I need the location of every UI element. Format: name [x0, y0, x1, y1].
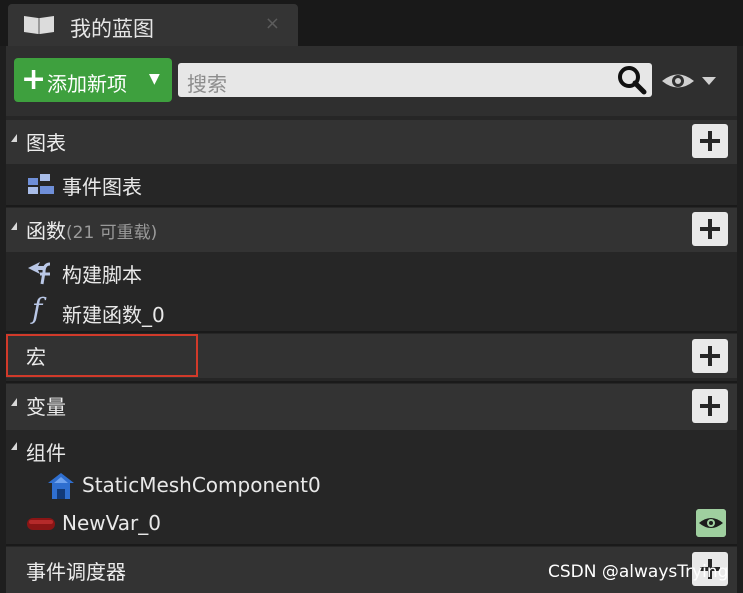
- event-graph-icon: [28, 174, 54, 194]
- overridable-count: (21 可重载): [66, 223, 158, 243]
- plus-icon: +: [21, 62, 47, 97]
- add-graph-button[interactable]: [692, 124, 728, 158]
- list-item-event-graph[interactable]: 事件图表: [6, 164, 737, 204]
- list-item-new-function[interactable]: f 新建函数_0: [6, 292, 737, 332]
- search-icon[interactable]: [616, 64, 648, 96]
- search-placeholder: 搜索: [187, 72, 227, 96]
- section-functions[interactable]: 函数(21 可重载): [6, 208, 737, 252]
- add-function-button[interactable]: [692, 212, 728, 246]
- item-label-new-function: 新建函数_0: [62, 303, 165, 327]
- subgroup-components[interactable]: 组件: [6, 430, 737, 470]
- eye-icon[interactable]: [696, 509, 726, 537]
- add-new-button[interactable]: + 添加新项 ▼: [14, 58, 172, 102]
- watermark: CSDN @alwaysTrying: [548, 562, 729, 582]
- item-label-construction-script: 构建脚本: [62, 263, 142, 287]
- item-label-event-graph: 事件图表: [62, 175, 142, 199]
- section-title-variables: 变量: [26, 395, 66, 419]
- chevron-down-icon: ▼: [149, 71, 160, 87]
- divider: [6, 544, 737, 546]
- section-graphs[interactable]: 图表: [6, 120, 737, 164]
- item-label-new-var: NewVar_0: [62, 511, 161, 535]
- variable-pill-icon: [27, 518, 55, 530]
- book-icon: [24, 16, 54, 34]
- divider: [6, 331, 737, 333]
- add-new-label: 添加新项: [47, 72, 127, 96]
- section-title-event-dispatchers: 事件调度器: [26, 560, 126, 584]
- construction-script-icon: [28, 262, 51, 285]
- section-title-functions: 函数(21 可重载): [26, 215, 157, 244]
- expand-triangle-icon[interactable]: [11, 398, 17, 406]
- divider: [6, 381, 737, 383]
- add-variable-button[interactable]: [692, 389, 728, 423]
- divider: [6, 205, 737, 207]
- close-icon[interactable]: ×: [265, 13, 280, 34]
- highlight-box: [6, 334, 198, 377]
- tab-title: 我的蓝图: [70, 17, 154, 41]
- subgroup-title-components: 组件: [26, 441, 66, 465]
- component-icon: [48, 473, 74, 499]
- view-options-eye-icon[interactable]: [660, 66, 720, 96]
- expand-triangle-icon[interactable]: [11, 134, 17, 142]
- section-variables[interactable]: 变量: [6, 384, 737, 430]
- functions-title: 函数: [26, 219, 66, 243]
- function-icon: f: [32, 292, 43, 325]
- list-item-construction-script[interactable]: 构建脚本: [6, 252, 737, 292]
- add-macro-button[interactable]: [692, 339, 728, 373]
- list-item-static-mesh-component[interactable]: StaticMeshComponent0: [6, 466, 737, 506]
- section-title-graphs: 图表: [26, 131, 66, 155]
- list-item-new-var[interactable]: NewVar_0: [6, 504, 737, 544]
- expand-triangle-icon[interactable]: [11, 442, 17, 450]
- tab-my-blueprint[interactable]: 我的蓝图 ×: [8, 4, 298, 46]
- expand-triangle-icon[interactable]: [11, 222, 17, 230]
- search-input[interactable]: 搜索: [178, 63, 652, 97]
- item-label-static-mesh-component: StaticMeshComponent0: [82, 473, 321, 497]
